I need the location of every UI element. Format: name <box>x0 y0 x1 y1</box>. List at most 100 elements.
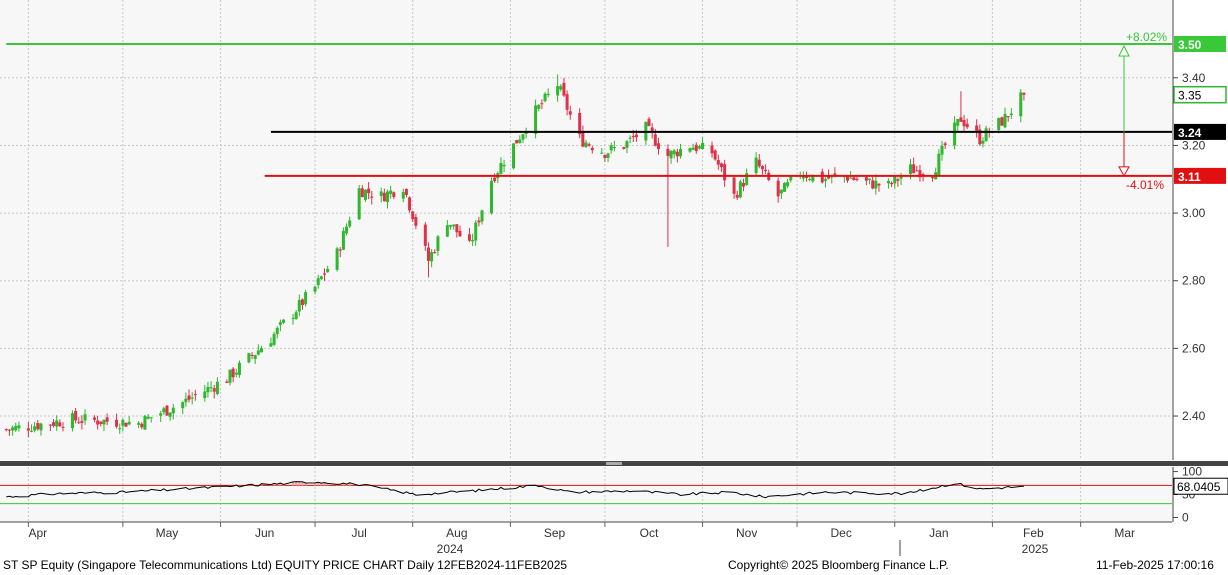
candle-body <box>852 177 856 180</box>
price-panel <box>0 0 1172 460</box>
candle-body <box>915 170 919 172</box>
price-tick-label: 2.80 <box>1182 274 1206 288</box>
candle-body <box>137 422 141 425</box>
candle-body <box>512 143 516 169</box>
candle-body <box>953 122 957 146</box>
candle-body <box>326 268 330 273</box>
month-label: Oct <box>640 526 659 540</box>
candle-body <box>719 163 723 168</box>
candle-body <box>559 86 563 90</box>
candle-body <box>367 188 371 194</box>
candle-body <box>269 343 273 347</box>
candle-body <box>546 93 550 96</box>
candle-body <box>165 405 169 416</box>
candle-body <box>647 118 651 126</box>
candle-body <box>943 143 947 145</box>
timestamp: 11-Feb-2025 17:00:16 <box>1096 558 1214 572</box>
candle-body <box>855 178 859 181</box>
candle-body <box>7 429 11 431</box>
candle-body <box>203 391 207 398</box>
candle-body <box>149 417 153 419</box>
candle-body <box>426 247 430 261</box>
candle-body <box>562 82 566 96</box>
candle-body <box>127 421 131 425</box>
price-tick-label: 2.40 <box>1182 409 1206 423</box>
candle-body <box>115 419 119 427</box>
candle-body <box>738 181 742 198</box>
candle-body <box>782 182 786 192</box>
candle-body <box>228 369 232 383</box>
candle-body <box>316 278 320 286</box>
candle-body <box>225 381 229 383</box>
candle-body <box>893 176 897 184</box>
candle-body <box>474 222 478 241</box>
candle-body <box>754 157 758 174</box>
candle-body <box>1003 114 1007 128</box>
candle-body <box>868 178 872 181</box>
candle-body <box>697 146 701 149</box>
candle-body <box>653 134 657 146</box>
candle-body <box>256 350 260 355</box>
candle-body <box>74 410 78 421</box>
candle-body <box>143 415 147 430</box>
candle-body <box>912 164 916 174</box>
candle-body <box>52 422 56 426</box>
candle-body <box>757 159 761 167</box>
candle-body <box>159 413 163 416</box>
candle-body <box>215 381 219 394</box>
candle-body <box>26 428 30 431</box>
candle-body <box>348 220 352 227</box>
candle-body <box>99 421 103 425</box>
candle-body <box>61 426 65 428</box>
candle-body <box>701 142 705 150</box>
candle-body <box>981 140 985 144</box>
candle-body <box>672 150 676 155</box>
candle-body <box>209 387 213 389</box>
candle-body <box>622 147 626 149</box>
candle-body <box>833 173 837 175</box>
candle-body <box>184 398 188 403</box>
candle-body <box>732 177 736 194</box>
level-label-2: 3.11 <box>1178 170 1201 184</box>
candle-body <box>253 355 257 360</box>
candle-body <box>162 408 166 413</box>
candle-body <box>171 407 175 414</box>
candle-body <box>609 145 613 151</box>
candle-body <box>247 353 251 363</box>
candle-body <box>716 160 720 165</box>
candle-body <box>181 402 185 409</box>
candle-body <box>543 93 547 102</box>
candle-body <box>480 210 484 222</box>
candle-body <box>363 189 367 200</box>
candle-body <box>297 299 301 312</box>
candle-body <box>382 192 386 202</box>
candle-body <box>612 147 616 149</box>
candle-body <box>58 422 62 427</box>
rsi-tick-label: 100 <box>1182 465 1202 479</box>
candle-body <box>234 372 238 375</box>
candle-body <box>319 276 323 280</box>
candle-body <box>956 119 960 126</box>
level-label-0: 3.50 <box>1178 38 1202 52</box>
candle-body <box>386 191 390 203</box>
month-label: Jul <box>351 526 366 540</box>
candle-body <box>518 139 522 143</box>
candle-body <box>997 117 1001 131</box>
candle-body <box>886 180 890 184</box>
candle-body <box>436 236 440 251</box>
candle-body <box>187 395 191 400</box>
price-tick-label: 3.40 <box>1182 71 1206 85</box>
candle-body <box>634 134 638 138</box>
candle-body <box>789 176 793 181</box>
candle-body <box>871 180 875 189</box>
candle-body <box>489 180 493 214</box>
candle-body <box>896 179 900 181</box>
candle-body <box>80 421 84 424</box>
candle-body <box>471 239 475 242</box>
candle-body <box>237 362 241 375</box>
candle-body <box>823 179 827 181</box>
candle-body <box>423 224 427 246</box>
candle-body <box>625 141 629 148</box>
candle-body <box>414 217 418 226</box>
candle-body <box>77 422 81 424</box>
